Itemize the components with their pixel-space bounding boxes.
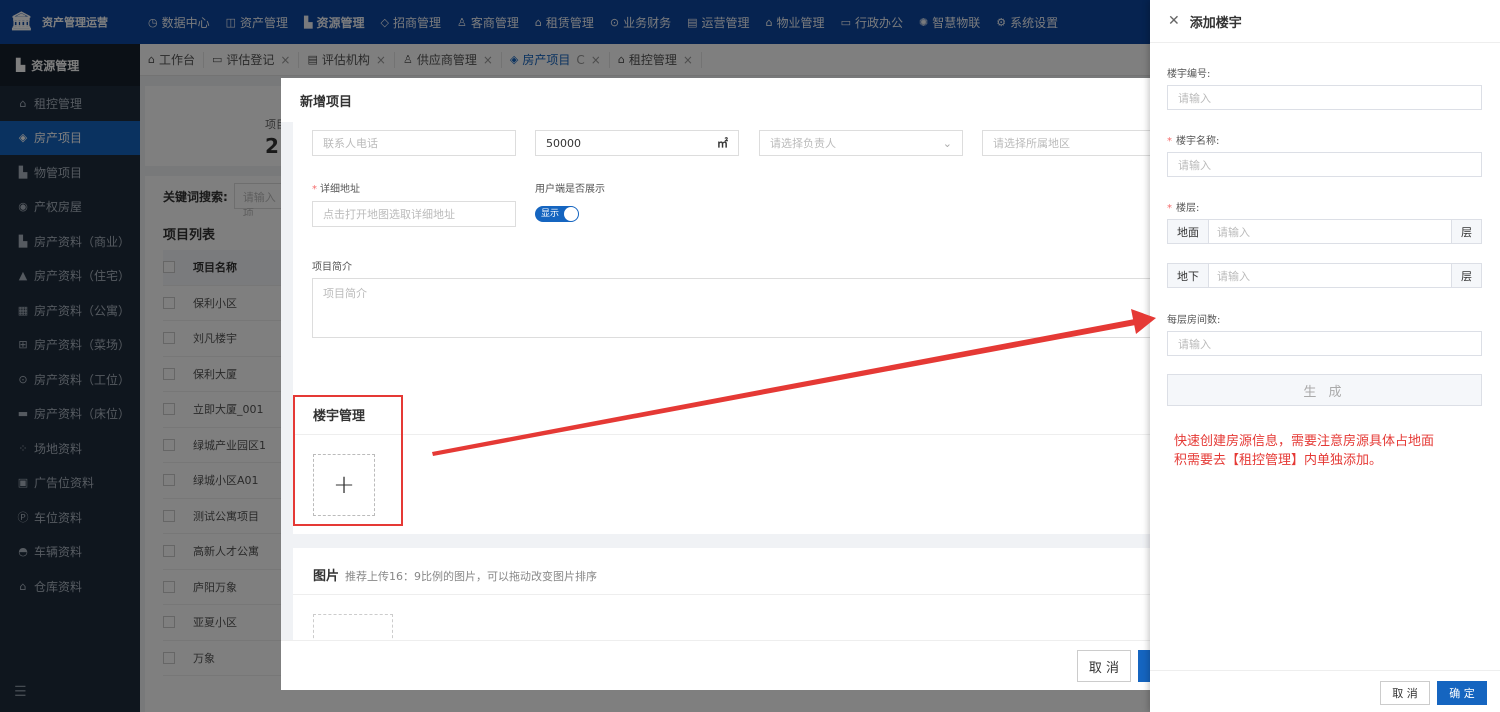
owner-select[interactable]: 请选择负责人 ⌄: [759, 130, 963, 156]
building-name-label: * 楼宇名称:: [1167, 136, 1220, 147]
overlay-mask[interactable]: [281, 690, 1150, 712]
picture-section-title: 图片 推荐上传16：9比例的图片，可以拖动改变图片排序: [313, 569, 598, 584]
underground-prefix: 地下: [1168, 264, 1209, 287]
toggle-knob: [564, 207, 578, 221]
overlay-mask[interactable]: [0, 0, 1150, 78]
divider: [293, 594, 1150, 595]
add-project-modal: 新增项目 联系人电话 50000 ㎡ 请选择负责人 ⌄ 请选择所属地区 * 详细地址 …: [281, 78, 1150, 690]
display-toggle[interactable]: 显示: [535, 206, 579, 222]
building-management-section: 楼宇管理 +: [293, 392, 1150, 534]
display-label: 用户端是否展示: [535, 184, 605, 195]
address-label: * 详细地址: [312, 184, 360, 195]
rooms-per-floor-label: 每层房间数:: [1167, 315, 1221, 326]
overlay-mask[interactable]: [0, 78, 281, 712]
drawer-footer: 取 消 确 定: [1150, 670, 1500, 712]
area-input[interactable]: 50000 ㎡: [535, 130, 739, 156]
generate-button[interactable]: 生 成: [1167, 374, 1482, 406]
chevron-down-icon: ⌄: [942, 136, 952, 150]
floors-label: * 楼层:: [1167, 203, 1200, 214]
close-icon[interactable]: ✕: [1168, 13, 1180, 29]
add-building-drawer: ✕ 添加楼宇 楼宇编号: 请输入 * 楼宇名称: 请输入 * 楼层: 地面 请输入 …: [1150, 0, 1500, 712]
address-input[interactable]: 点击打开地图选取详细地址: [312, 201, 516, 227]
above-ground-prefix: 地面: [1168, 220, 1209, 243]
above-ground-field[interactable]: 请输入: [1209, 220, 1451, 243]
divider: [293, 434, 1150, 435]
underground-field[interactable]: 请输入: [1209, 264, 1451, 287]
floor-suffix: 层: [1451, 220, 1481, 243]
modal-confirm-button[interactable]: [1138, 650, 1150, 682]
drawer-confirm-button[interactable]: 确 定: [1437, 681, 1487, 705]
annotation-highlight-box: [293, 395, 403, 526]
building-no-label: 楼宇编号:: [1167, 69, 1211, 80]
area-unit: ㎡: [717, 137, 728, 150]
drawer-header: ✕ 添加楼宇: [1150, 0, 1500, 43]
drawer-cancel-button[interactable]: 取 消: [1380, 681, 1430, 705]
underground-floors-input[interactable]: 地下 请输入 层: [1167, 263, 1482, 288]
above-ground-floors-input[interactable]: 地面 请输入 层: [1167, 219, 1482, 244]
region-select[interactable]: 请选择所属地区: [982, 130, 1150, 156]
building-no-input[interactable]: 请输入: [1167, 85, 1482, 110]
annotation-note: 快速创建房源信息，需要注意房源具体占地面积需要去【租控管理】内单独添加。: [1174, 434, 1435, 468]
floor-suffix: 层: [1451, 264, 1481, 287]
intro-label: 项目简介: [312, 262, 352, 273]
rooms-per-floor-input[interactable]: 请输入: [1167, 331, 1482, 356]
modal-footer: 取 消: [281, 640, 1150, 690]
intro-textarea[interactable]: 项目简介: [312, 278, 1150, 338]
picture-hint: 推荐上传16：9比例的图片，可以拖动改变图片排序: [345, 570, 598, 583]
drawer-title: 添加楼宇: [1189, 15, 1242, 31]
building-name-input[interactable]: 请输入: [1167, 152, 1482, 177]
modal-title: 新增项目: [281, 78, 1150, 122]
modal-cancel-button[interactable]: 取 消: [1077, 650, 1131, 682]
contact-phone-input[interactable]: 联系人电话: [312, 130, 516, 156]
